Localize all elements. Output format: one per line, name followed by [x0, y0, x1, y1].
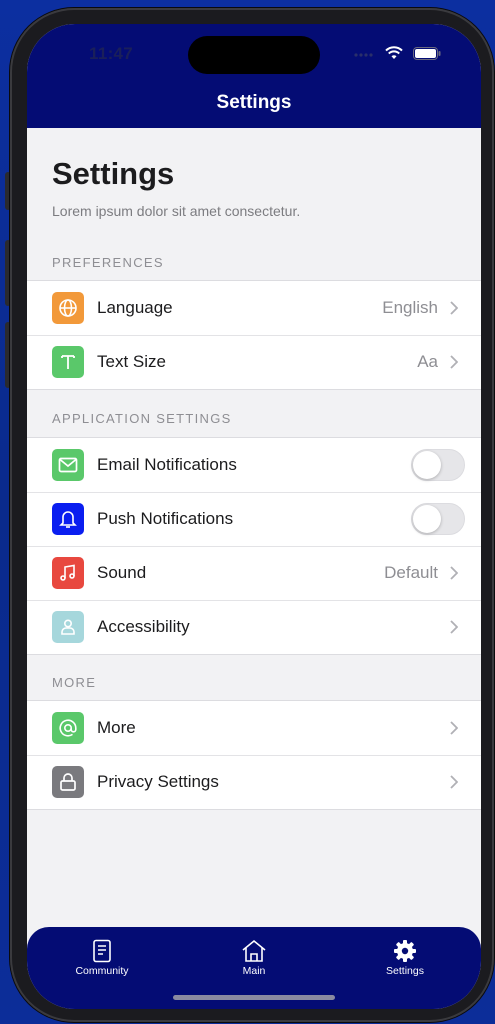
status-icons [353, 46, 441, 60]
phone-frame: 11:47 Settings Settings Lorem ipsum dolo… [10, 8, 494, 1022]
row-more[interactable]: More [27, 701, 481, 755]
dynamic-island [188, 36, 320, 74]
tab-settings[interactable]: Settings [355, 939, 455, 977]
text-size-icon [52, 346, 84, 378]
row-email-notifications: Email Notifications [27, 438, 481, 492]
row-accessibility[interactable]: Accessibility [27, 600, 481, 654]
tab-bar: Community Main Settings [27, 927, 481, 1009]
row-value: English [382, 298, 438, 317]
row-label: More [97, 718, 136, 737]
mail-icon [52, 449, 84, 481]
row-label: Email Notifications [97, 455, 237, 474]
chevron-right-icon [450, 620, 458, 634]
toggle-knob [413, 505, 441, 533]
bell-icon [52, 503, 84, 535]
section-header-application: APPLICATION SETTINGS [52, 411, 232, 426]
row-label: Sound [97, 563, 147, 582]
row-text-size[interactable]: Text Size Aa [27, 335, 481, 389]
lock-icon [52, 766, 84, 798]
push-notifications-toggle[interactable] [411, 503, 465, 535]
chevron-right-icon [450, 566, 458, 580]
row-push-notifications: Push Notifications [27, 492, 481, 546]
home-icon [242, 939, 266, 962]
navigation-header: 11:47 Settings [27, 24, 481, 128]
row-label: Text Size [97, 352, 166, 371]
row-label: Accessibility [97, 617, 190, 636]
row-label: Language [97, 298, 173, 317]
row-language[interactable]: Language English [27, 281, 481, 335]
email-notifications-toggle[interactable] [411, 449, 465, 481]
status-time: 11:47 [89, 44, 134, 63]
home-indicator [173, 995, 335, 1000]
chevron-right-icon [450, 355, 458, 369]
tab-main[interactable]: Main [204, 939, 304, 977]
wifi-icon [385, 46, 403, 59]
screen: 11:47 Settings Settings Lorem ipsum dolo… [27, 24, 481, 1009]
chevron-right-icon [450, 301, 458, 315]
tab-community[interactable]: Community [52, 939, 152, 977]
page-subtitle: Lorem ipsum dolor sit amet consectetur. [52, 203, 301, 219]
person-icon [52, 611, 84, 643]
page-title: Settings [52, 156, 175, 191]
document-icon [93, 939, 111, 963]
music-note-icon [52, 557, 84, 589]
row-label: Privacy Settings [97, 772, 219, 791]
row-label: Push Notifications [97, 509, 234, 528]
section-header-more: MORE [52, 675, 97, 690]
globe-icon [52, 292, 84, 324]
tab-label: Community [75, 965, 129, 977]
preferences-group: Language English Text Size Aa [27, 280, 481, 390]
at-sign-icon [52, 712, 84, 744]
tab-label: Main [242, 965, 266, 977]
settings-content: Settings Lorem ipsum dolor sit amet cons… [27, 128, 481, 927]
battery-icon [413, 46, 441, 60]
chevron-right-icon [450, 721, 458, 735]
toggle-knob [413, 451, 441, 479]
tab-label: Settings [386, 965, 424, 977]
nav-title: Settings [216, 92, 292, 113]
application-settings-group: Email Notifications Push Notifications S… [27, 437, 481, 655]
row-value: Default [384, 563, 438, 582]
row-privacy-settings[interactable]: Privacy Settings [27, 755, 481, 809]
row-value: Aa [417, 352, 438, 371]
more-group: More Privacy Settings [27, 700, 481, 810]
row-sound[interactable]: Sound Default [27, 546, 481, 600]
signal-icon [354, 53, 373, 57]
section-header-preferences: PREFERENCES [52, 255, 164, 270]
chevron-right-icon [450, 775, 458, 789]
gear-icon [394, 940, 416, 962]
